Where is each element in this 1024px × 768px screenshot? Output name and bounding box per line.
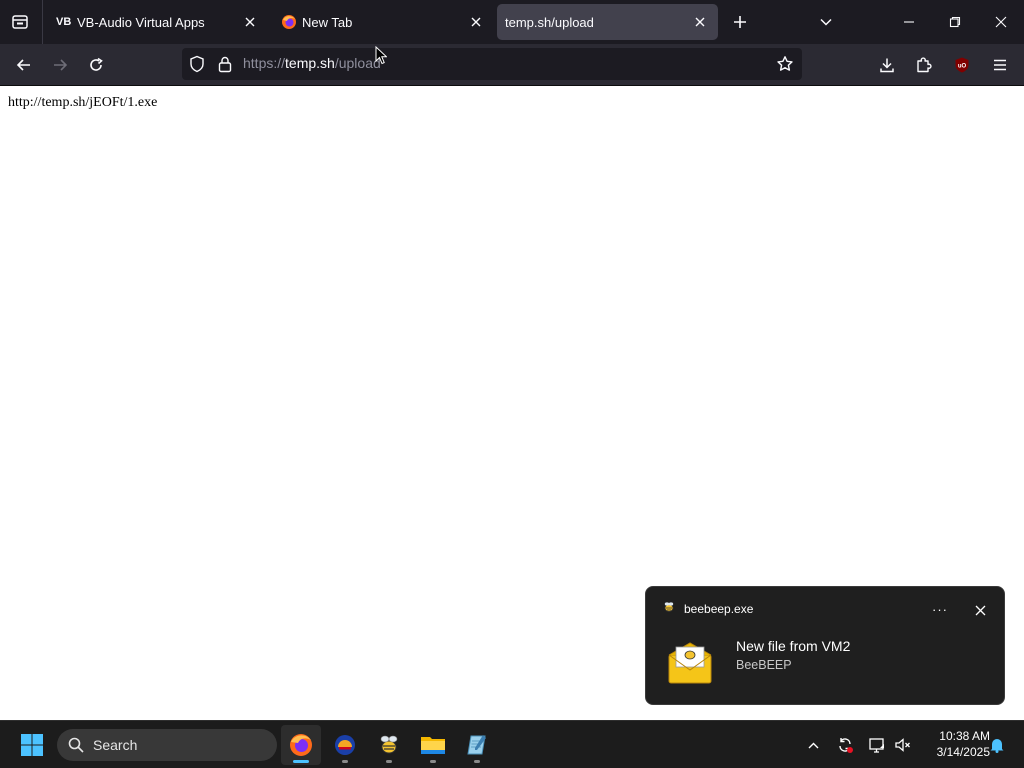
folder-icon <box>421 737 445 754</box>
close-icon <box>995 16 1007 28</box>
navigation-toolbar: https://temp.sh/upload uO <box>0 44 1024 86</box>
taskbar-beebeep[interactable] <box>369 725 409 765</box>
show-hidden-icons-button[interactable] <box>800 731 826 759</box>
mail-envelope-icon <box>666 639 714 690</box>
firefox-icon <box>290 734 312 756</box>
plus-icon <box>734 16 746 28</box>
close-notification-icon[interactable] <box>975 603 986 621</box>
sync-tray-button[interactable] <box>832 731 858 759</box>
bookmark-star-icon[interactable] <box>776 55 794 78</box>
chevron-down-icon <box>820 18 832 26</box>
taskbar-search-box[interactable]: Search <box>57 729 277 761</box>
open-menu-button[interactable] <box>984 49 1016 81</box>
clock-time: 10:38 AM <box>939 729 990 743</box>
clock-date: 3/14/2025 <box>936 745 990 759</box>
url-scheme: https:// <box>243 55 286 71</box>
close-tab-icon[interactable] <box>692 14 708 30</box>
tab-vb-audio[interactable]: VB VB-Audio Virtual Apps <box>46 4 268 40</box>
forward-button[interactable] <box>44 49 76 81</box>
close-tab-icon[interactable] <box>242 14 258 30</box>
arrow-left-icon <box>16 59 30 71</box>
lock-icon[interactable] <box>217 55 233 78</box>
arrow-right-icon <box>54 59 68 71</box>
windows-logo-icon <box>21 734 43 756</box>
ublock-origin-button[interactable]: uO <box>946 49 978 81</box>
notepad-icon <box>467 735 486 755</box>
network-icon <box>869 738 884 753</box>
minimize-button[interactable] <box>886 0 932 44</box>
reload-button[interactable] <box>80 49 112 81</box>
beebeep-small-icon <box>662 600 676 619</box>
taskbar-clock[interactable]: 10:38 AM 3/14/2025 <box>916 728 990 760</box>
notification-body: BeeBEEP <box>736 658 792 672</box>
download-icon <box>880 58 894 73</box>
back-button[interactable] <box>8 49 40 81</box>
url-bar[interactable]: https://temp.sh/upload <box>182 48 802 80</box>
minimize-icon <box>904 21 914 23</box>
start-button[interactable] <box>12 725 52 765</box>
list-all-tabs-button[interactable] <box>812 8 840 36</box>
taskbar-notepad[interactable] <box>457 725 497 765</box>
extensions-button[interactable] <box>908 49 940 81</box>
upload-result-url: http://temp.sh/jEOFt/1.exe <box>8 95 158 110</box>
notification-app-name: beebeep.exe <box>684 602 754 616</box>
app-circle-icon <box>335 735 355 755</box>
close-tab-icon[interactable] <box>468 14 484 30</box>
firefox-icon <box>281 14 297 30</box>
network-tray-button[interactable] <box>864 731 890 759</box>
beebeep-icon <box>380 735 398 754</box>
notification-toast[interactable]: beebeep.exe ··· New file from VM2 BeeBEE… <box>645 586 1005 705</box>
search-label: Search <box>93 737 138 753</box>
new-tab-button[interactable] <box>726 8 754 36</box>
restore-icon <box>949 16 961 28</box>
tab-new-tab[interactable]: New Tab <box>272 4 494 40</box>
url-text[interactable]: https://temp.sh/upload <box>243 55 381 71</box>
url-domain: temp.sh <box>285 55 335 71</box>
chevron-up-icon <box>808 742 818 748</box>
restore-button[interactable] <box>932 0 978 44</box>
taskbar-firefox[interactable] <box>281 725 321 765</box>
more-options-icon[interactable]: ··· <box>932 602 948 617</box>
hamburger-menu-icon <box>994 59 1006 71</box>
puzzle-piece-icon <box>917 57 932 73</box>
ublock-origin-icon: uO <box>955 57 969 73</box>
search-icon <box>68 737 84 753</box>
taskbar-file-explorer[interactable] <box>413 725 453 765</box>
close-window-button[interactable] <box>978 0 1024 44</box>
url-path: /upload <box>334 55 381 71</box>
tracking-protection-icon[interactable] <box>188 55 206 78</box>
tab-label: New Tab <box>302 14 353 30</box>
mouse-cursor-icon <box>375 46 387 65</box>
firefox-view-button[interactable] <box>6 8 34 36</box>
tab-label: VB-Audio Virtual Apps <box>77 14 205 30</box>
taskbar: Search 10:38 AM 3/14/2025 <box>0 720 1024 768</box>
notification-title: New file from VM2 <box>736 638 851 654</box>
downloads-button[interactable] <box>871 49 903 81</box>
tab-label: temp.sh/upload <box>505 14 594 30</box>
sync-icon <box>839 738 853 753</box>
bell-icon <box>990 739 1004 753</box>
volume-tray-button[interactable] <box>890 731 916 759</box>
reload-icon <box>90 57 103 71</box>
tab-strip: VB VB-Audio Virtual Apps New Tab temp.sh… <box>0 0 1024 44</box>
tab-temp-sh-upload[interactable]: temp.sh/upload <box>497 4 718 40</box>
vb-audio-icon: VB <box>56 16 72 28</box>
taskbar-app-circle[interactable] <box>325 725 365 765</box>
firefox-view-icon <box>12 15 28 29</box>
speaker-muted-icon <box>895 738 910 752</box>
notifications-button[interactable] <box>986 731 1008 759</box>
svg-text:uO: uO <box>958 64 967 70</box>
